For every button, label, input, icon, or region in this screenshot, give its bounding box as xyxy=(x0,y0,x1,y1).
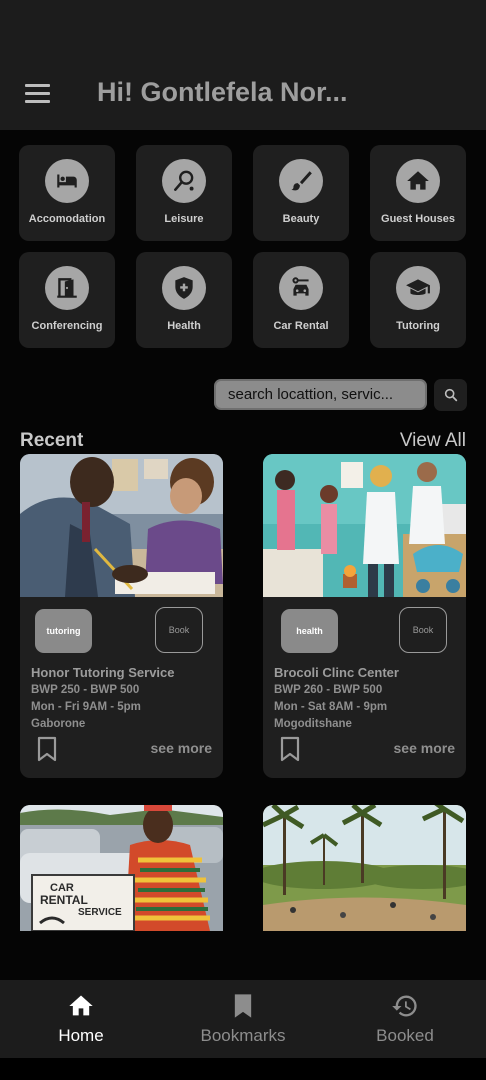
category-guest-houses[interactable]: Guest Houses xyxy=(370,145,466,241)
book-button[interactable]: Book xyxy=(155,607,203,653)
home-icon xyxy=(69,995,93,1016)
category-car-rental[interactable]: Car Rental xyxy=(253,252,349,348)
category-tutoring[interactable]: Tutoring xyxy=(370,252,466,348)
category-tag: tutoring xyxy=(35,609,92,653)
service-card-image[interactable] xyxy=(263,805,466,931)
category-tag: health xyxy=(281,609,338,653)
category-label: Car Rental xyxy=(273,320,329,332)
service-image xyxy=(263,454,466,597)
view-all-link[interactable]: View All xyxy=(400,430,466,452)
bookmark-icon xyxy=(234,994,252,1018)
car-icon xyxy=(279,266,323,310)
category-label: Tutoring xyxy=(396,320,440,332)
leisure-icon xyxy=(162,159,206,203)
system-bar xyxy=(0,1058,486,1080)
see-more-link[interactable]: see more xyxy=(394,740,455,756)
price-range: BWP 250 - BWP 500 xyxy=(31,684,140,696)
service-card[interactable]: tutoring Book Honor Tutoring Service BWP… xyxy=(20,454,223,778)
service-card-image[interactable]: CAR RENTAL SERVICE xyxy=(20,805,223,931)
opening-hours: Mon - Fri 9AM - 5pm xyxy=(31,701,141,713)
category-label: Conferencing xyxy=(31,320,103,332)
opening-hours: Mon - Sat 8AM - 9pm xyxy=(274,701,388,713)
search-icon xyxy=(444,388,457,402)
category-label: Health xyxy=(167,320,201,332)
see-more-link[interactable]: see more xyxy=(151,740,212,756)
category-leisure[interactable]: Leisure xyxy=(136,145,232,241)
category-label: Guest Houses xyxy=(381,213,455,225)
graduation-cap-icon xyxy=(396,266,440,310)
nav-label: Booked xyxy=(376,1026,434,1045)
bed-icon xyxy=(45,159,89,203)
bookmark-icon[interactable] xyxy=(280,736,300,762)
service-name: Honor Tutoring Service xyxy=(31,665,175,680)
service-name: Brocoli Clinc Center xyxy=(274,665,399,680)
location: Mogoditshane xyxy=(274,718,352,730)
nav-label: Bookmarks xyxy=(200,1026,286,1045)
location: Gaborone xyxy=(31,718,86,730)
service-card[interactable]: health Book Brocoli Clinc Center BWP 260… xyxy=(263,454,466,778)
search-bar xyxy=(214,379,467,411)
price-range: BWP 260 - BWP 500 xyxy=(274,684,383,696)
car-sign-line3: SERVICE xyxy=(78,907,122,918)
bookmark-icon[interactable] xyxy=(37,736,57,762)
book-button[interactable]: Book xyxy=(399,607,447,653)
history-icon xyxy=(392,995,417,1017)
nav-label: Home xyxy=(58,1026,104,1045)
status-bar xyxy=(0,0,486,60)
house-icon xyxy=(396,159,440,203)
category-conferencing[interactable]: Conferencing xyxy=(19,252,115,348)
category-grid: Accomodation Leisure Beauty Guest Houses… xyxy=(19,145,467,348)
nav-bookmarks[interactable]: Bookmarks xyxy=(162,980,324,1058)
category-health[interactable]: Health xyxy=(136,252,232,348)
nav-booked[interactable]: Booked xyxy=(324,980,486,1058)
category-label: Leisure xyxy=(164,213,204,225)
brush-icon xyxy=(279,159,323,203)
menu-button[interactable] xyxy=(22,82,54,106)
door-icon xyxy=(45,266,89,310)
greeting-title: Hi! Gontlefela Nor... xyxy=(97,77,348,107)
recent-heading: Recent xyxy=(20,430,84,451)
service-image xyxy=(20,454,223,597)
app-header: Hi! Gontlefela Nor... xyxy=(0,60,486,130)
bottom-navigation: Home Bookmarks Booked xyxy=(0,980,486,1058)
car-sign-line2: RENTAL xyxy=(40,893,88,907)
search-input[interactable] xyxy=(214,379,427,410)
category-label: Beauty xyxy=(282,213,320,225)
search-button[interactable] xyxy=(434,379,467,411)
category-beauty[interactable]: Beauty xyxy=(253,145,349,241)
nav-home[interactable]: Home xyxy=(0,980,162,1058)
category-label: Accomodation xyxy=(28,213,106,225)
health-shield-icon xyxy=(162,266,206,310)
category-accomodation[interactable]: Accomodation xyxy=(19,145,115,241)
